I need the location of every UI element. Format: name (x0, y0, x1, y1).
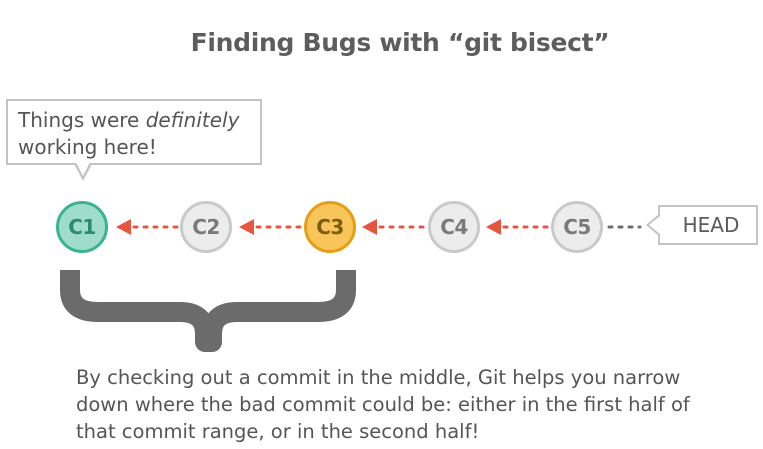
commit-label: C2 (192, 215, 220, 239)
commit-c1: C1 (56, 201, 108, 253)
commit-c5: C5 (551, 201, 603, 253)
head-label: HEAD (682, 213, 740, 237)
link-c4-c3 (362, 219, 426, 235)
commit-label: C3 (316, 215, 344, 239)
range-brace (60, 270, 356, 352)
commit-c3: C3 (304, 201, 356, 253)
commit-c4: C4 (428, 201, 480, 253)
link-c2-c1 (116, 219, 180, 235)
head-tag: HEAD (658, 205, 758, 245)
caption-text: By checking out a commit in the middle, … (76, 366, 690, 443)
link-c5-c4 (486, 219, 549, 235)
link-c3-c2 (239, 219, 302, 235)
commit-c2: C2 (180, 201, 232, 253)
commit-label: C4 (440, 215, 468, 239)
commit-label: C1 (68, 215, 96, 239)
head-pointer-fill (649, 216, 660, 234)
commit-label: C5 (563, 215, 591, 239)
